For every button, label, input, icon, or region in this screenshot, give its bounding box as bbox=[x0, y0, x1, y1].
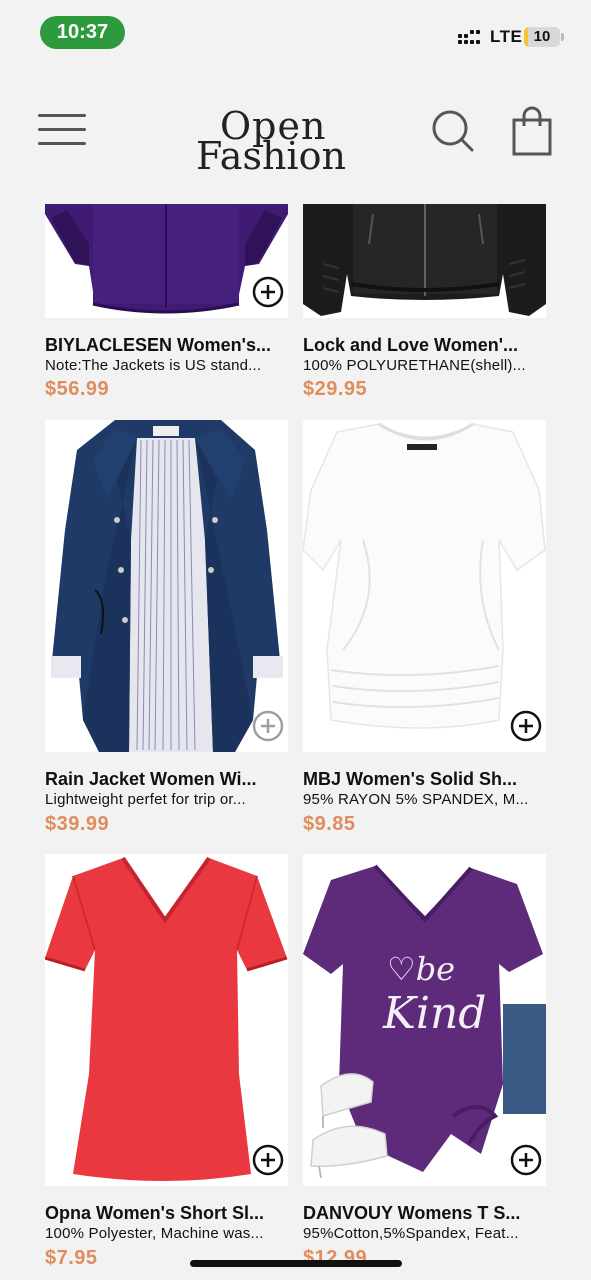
product-description: 95%Cotton,5%Spandex, Feat... bbox=[303, 1225, 519, 1242]
product-image[interactable] bbox=[45, 420, 288, 752]
product-title[interactable]: DANVOUY Womens T S... bbox=[303, 1203, 553, 1224]
product-title[interactable]: Lock and Love Women'... bbox=[303, 335, 553, 356]
add-to-cart-icon[interactable] bbox=[510, 710, 542, 742]
product-image[interactable] bbox=[303, 420, 546, 752]
product-price: $9.85 bbox=[303, 813, 356, 835]
product-image[interactable] bbox=[45, 854, 288, 1186]
shirt-print-line-1: ♡be bbox=[387, 950, 456, 988]
product-image[interactable]: ♡be Kind bbox=[303, 854, 546, 1186]
product-price: $39.99 bbox=[45, 813, 110, 835]
product-image[interactable] bbox=[303, 204, 546, 318]
product-grid: BIYLACLESEN Women's... Note:The Jackets … bbox=[0, 0, 591, 1280]
add-to-cart-icon[interactable] bbox=[510, 1144, 542, 1176]
product-description: 95% RAYON 5% SPANDEX, M... bbox=[303, 791, 529, 808]
product-price: $7.95 bbox=[45, 1247, 98, 1269]
product-description: 100% POLYURETHANE(shell)... bbox=[303, 357, 526, 374]
add-to-cart-icon[interactable] bbox=[252, 1144, 284, 1176]
product-title[interactable]: MBJ Women's Solid Sh... bbox=[303, 769, 553, 790]
product-title[interactable]: BIYLACLESEN Women's... bbox=[45, 335, 295, 356]
product-image[interactable] bbox=[45, 204, 288, 318]
product-price: $56.99 bbox=[45, 378, 110, 400]
product-description: 100% Polyester, Machine was... bbox=[45, 1225, 264, 1242]
add-to-cart-icon[interactable] bbox=[252, 276, 284, 308]
product-price: $29.95 bbox=[303, 378, 368, 400]
home-indicator[interactable] bbox=[190, 1260, 402, 1267]
product-description: Lightweight perfet for trip or... bbox=[45, 791, 246, 808]
product-title[interactable]: Opna Women's Short Sl... bbox=[45, 1203, 295, 1224]
product-description: Note:The Jackets is US stand... bbox=[45, 357, 262, 374]
add-to-cart-icon[interactable] bbox=[252, 710, 284, 742]
product-title[interactable]: Rain Jacket Women Wi... bbox=[45, 769, 295, 790]
shirt-print-line-2: Kind bbox=[383, 988, 487, 1039]
